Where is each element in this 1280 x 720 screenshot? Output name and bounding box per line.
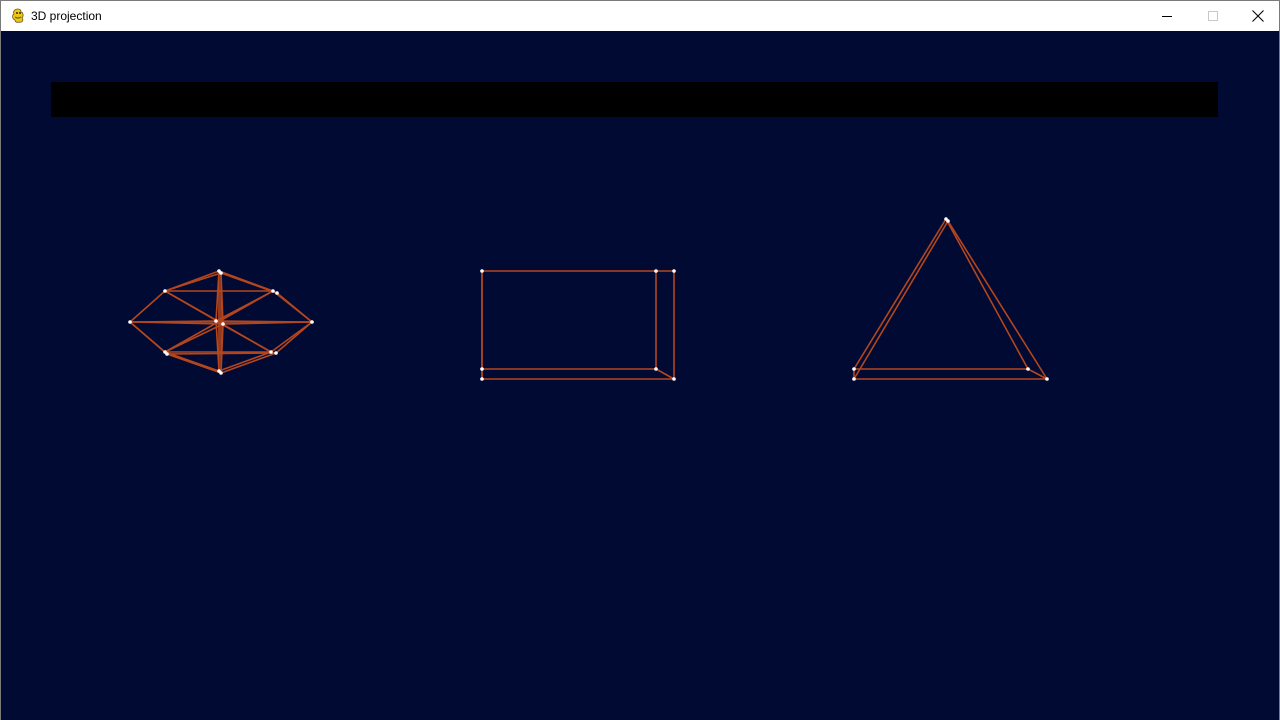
pygame-snake-icon: [10, 8, 26, 24]
maximize-icon: [1208, 11, 1218, 21]
cuboid-wireframe: [480, 269, 676, 381]
polyhedron-wireframe: [128, 269, 314, 375]
maximize-button[interactable]: [1190, 1, 1236, 31]
prism-edge: [853, 220, 949, 380]
cuboid-vertex: [672, 377, 676, 381]
polyhedron-vertex: [165, 352, 169, 356]
polyhedron-edge: [218, 351, 272, 372]
polyhedron-edge: [220, 352, 277, 374]
close-icon: [1252, 10, 1264, 22]
polyhedron-vertex: [221, 322, 225, 326]
minimize-button[interactable]: [1144, 1, 1190, 31]
close-button[interactable]: [1235, 1, 1280, 31]
polyhedron-edge: [164, 351, 220, 372]
cuboid-vertex: [672, 269, 676, 273]
cuboid-vertex: [480, 367, 484, 371]
prism-vertex: [852, 377, 856, 381]
polyhedron-vertex: [271, 289, 275, 293]
prism-vertex: [1045, 377, 1049, 381]
cuboid-vertex: [480, 269, 484, 273]
polyhedron-edge: [129, 321, 168, 355]
polyhedron-edge: [166, 352, 277, 355]
polyhedron-vertex: [219, 371, 223, 375]
title-bar[interactable]: 3D projection: [1, 1, 1279, 31]
polyhedron-vertex: [310, 320, 314, 324]
cuboid-edge: [655, 368, 675, 380]
prism-vertex: [946, 219, 950, 223]
polyhedron-vertex: [163, 289, 167, 293]
polyhedron-edge: [129, 290, 166, 323]
polyhedron-vertex: [269, 350, 273, 354]
app-window: 3D projection: [0, 0, 1280, 720]
polyhedron-vertex: [275, 291, 279, 295]
prism-vertex: [1026, 367, 1030, 371]
polyhedron-edge: [275, 321, 313, 354]
polyhedron-edge: [166, 353, 222, 374]
cuboid-vertex: [654, 269, 658, 273]
polyhedron-edge: [220, 272, 278, 294]
prism-edge: [947, 220, 1048, 380]
polyhedron-vertex: [214, 319, 218, 323]
polyhedron-vertex: [274, 351, 278, 355]
polyhedron-vertex: [128, 320, 132, 324]
minimize-icon: [1162, 11, 1172, 21]
render-canvas[interactable]: [1, 31, 1279, 720]
prism-vertex: [852, 367, 856, 371]
prism-edge: [853, 218, 947, 370]
polyhedron-edge: [276, 292, 313, 323]
header-bar: [51, 82, 1218, 117]
prism-edge: [945, 218, 1029, 370]
scene-svg: [51, 82, 1218, 381]
prism-wireframe: [852, 217, 1049, 381]
polyhedron-vertex: [219, 271, 223, 275]
cuboid-vertex: [480, 377, 484, 381]
window-title: 3D projection: [31, 9, 102, 23]
polyhedron-edge: [164, 272, 222, 292]
cuboid-vertex: [654, 367, 658, 371]
